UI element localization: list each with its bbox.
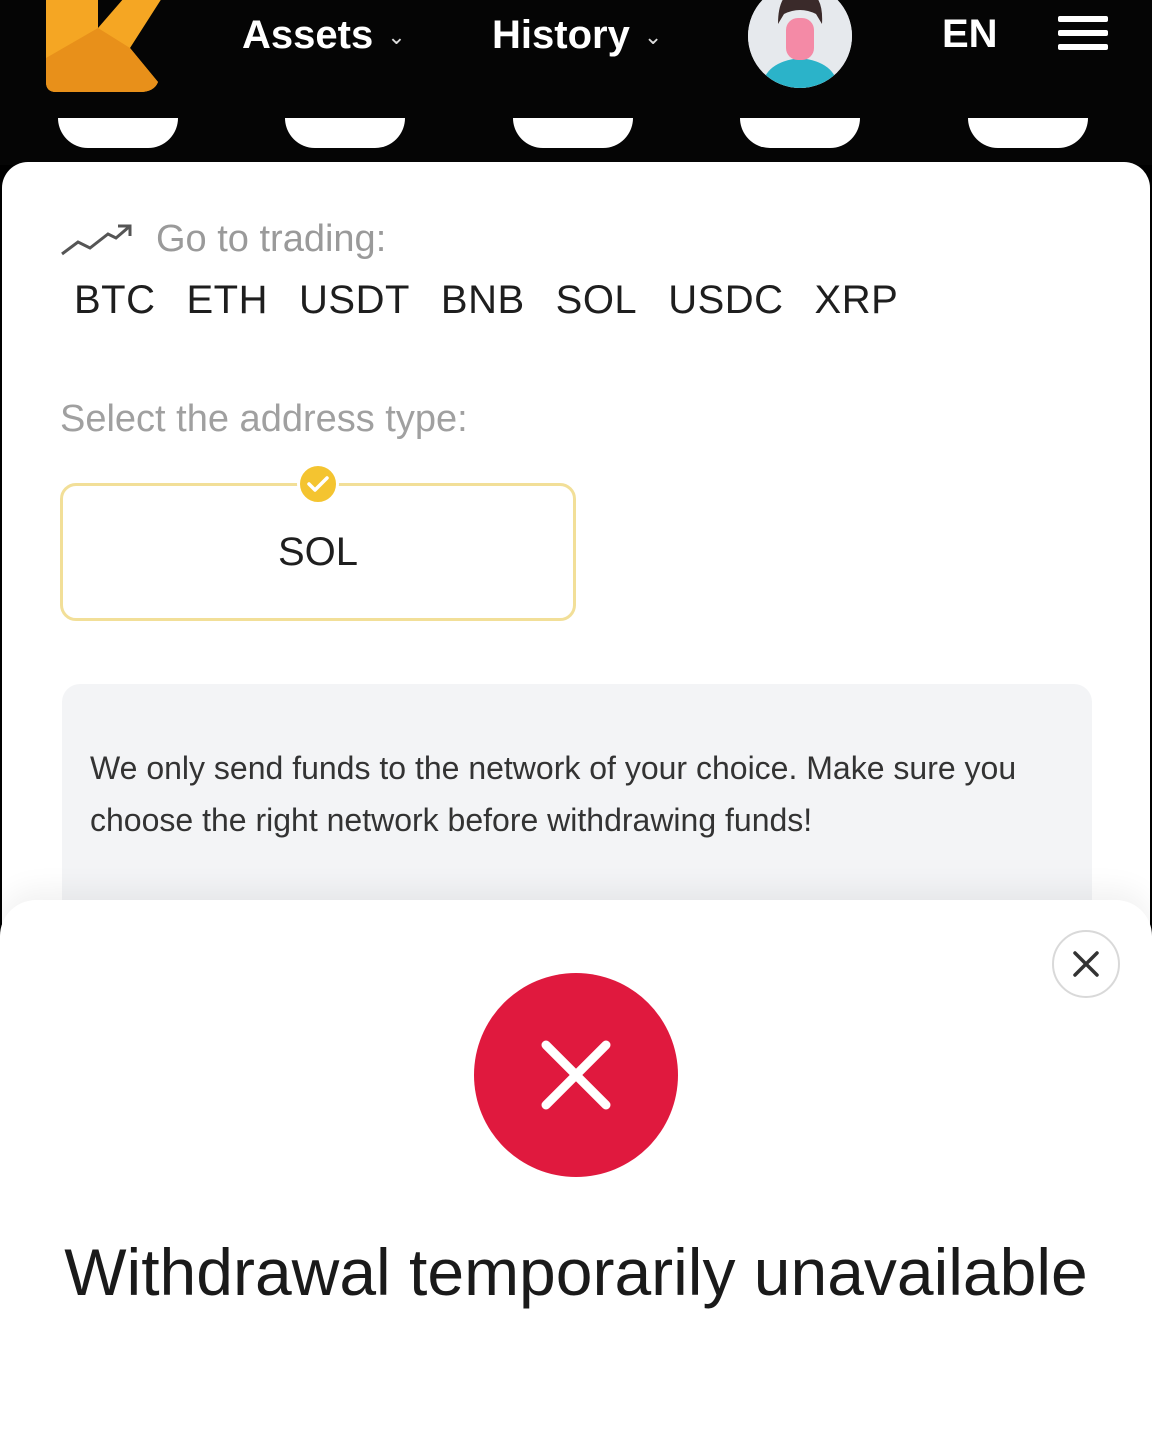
coin-link-eth[interactable]: ETH [187, 278, 269, 323]
coin-link-xrp[interactable]: XRP [815, 278, 899, 323]
avatar-icon [748, 0, 852, 88]
quick-action-pill[interactable] [285, 118, 405, 148]
error-status-circle [474, 973, 678, 1177]
coin-link-bnb[interactable]: BNB [441, 278, 525, 323]
quick-action-pills [0, 118, 1152, 158]
close-icon [1073, 951, 1099, 977]
quick-action-pill[interactable] [58, 118, 178, 148]
network-warning-notice: We only send funds to the network of you… [62, 684, 1092, 924]
coin-link-sol[interactable]: SOL [556, 278, 638, 323]
hamburger-menu-icon[interactable] [1058, 16, 1108, 56]
coin-link-usdt[interactable]: USDT [299, 278, 410, 323]
address-type-label: Select the address type: [60, 398, 468, 440]
quick-action-pill[interactable] [968, 118, 1088, 148]
sheet-title: Withdrawal temporarily unavailable [64, 1235, 1088, 1309]
address-type-option-label: SOL [277, 529, 359, 574]
nav-history-dropdown[interactable]: History ⌄ [492, 10, 662, 60]
go-to-trading-label: Go to trading: [156, 218, 387, 260]
network-warning-text: We only send funds to the network of you… [90, 750, 1017, 838]
nav-history-label: History [492, 12, 630, 57]
cropped-description-text [0, 1418, 1152, 1440]
user-avatar[interactable] [748, 0, 852, 88]
trend-up-icon [61, 224, 132, 255]
coin-link-btc[interactable]: BTC [74, 278, 156, 323]
nav-assets-dropdown[interactable]: Assets ⌄ [242, 10, 406, 60]
language-selector[interactable]: EN [942, 12, 998, 57]
top-navigation-bar: Assets ⌄ History ⌄ EN [0, 0, 1152, 165]
go-to-trading-header: Go to trading: [60, 218, 386, 261]
coin-link-usdc[interactable]: USDC [668, 278, 783, 323]
trading-coin-links: BTC ETH USDT BNB SOL USDC XRP [74, 278, 898, 323]
checkmark-icon [297, 463, 339, 505]
nav-assets-label: Assets [242, 12, 374, 57]
quick-action-pill[interactable] [740, 118, 860, 148]
error-x-icon [541, 1040, 611, 1110]
quick-action-pill[interactable] [513, 118, 633, 148]
close-sheet-button[interactable] [1052, 930, 1120, 998]
chevron-down-icon: ⌄ [643, 24, 663, 49]
chevron-down-icon: ⌄ [387, 24, 406, 49]
brand-logo[interactable] [42, 0, 162, 94]
